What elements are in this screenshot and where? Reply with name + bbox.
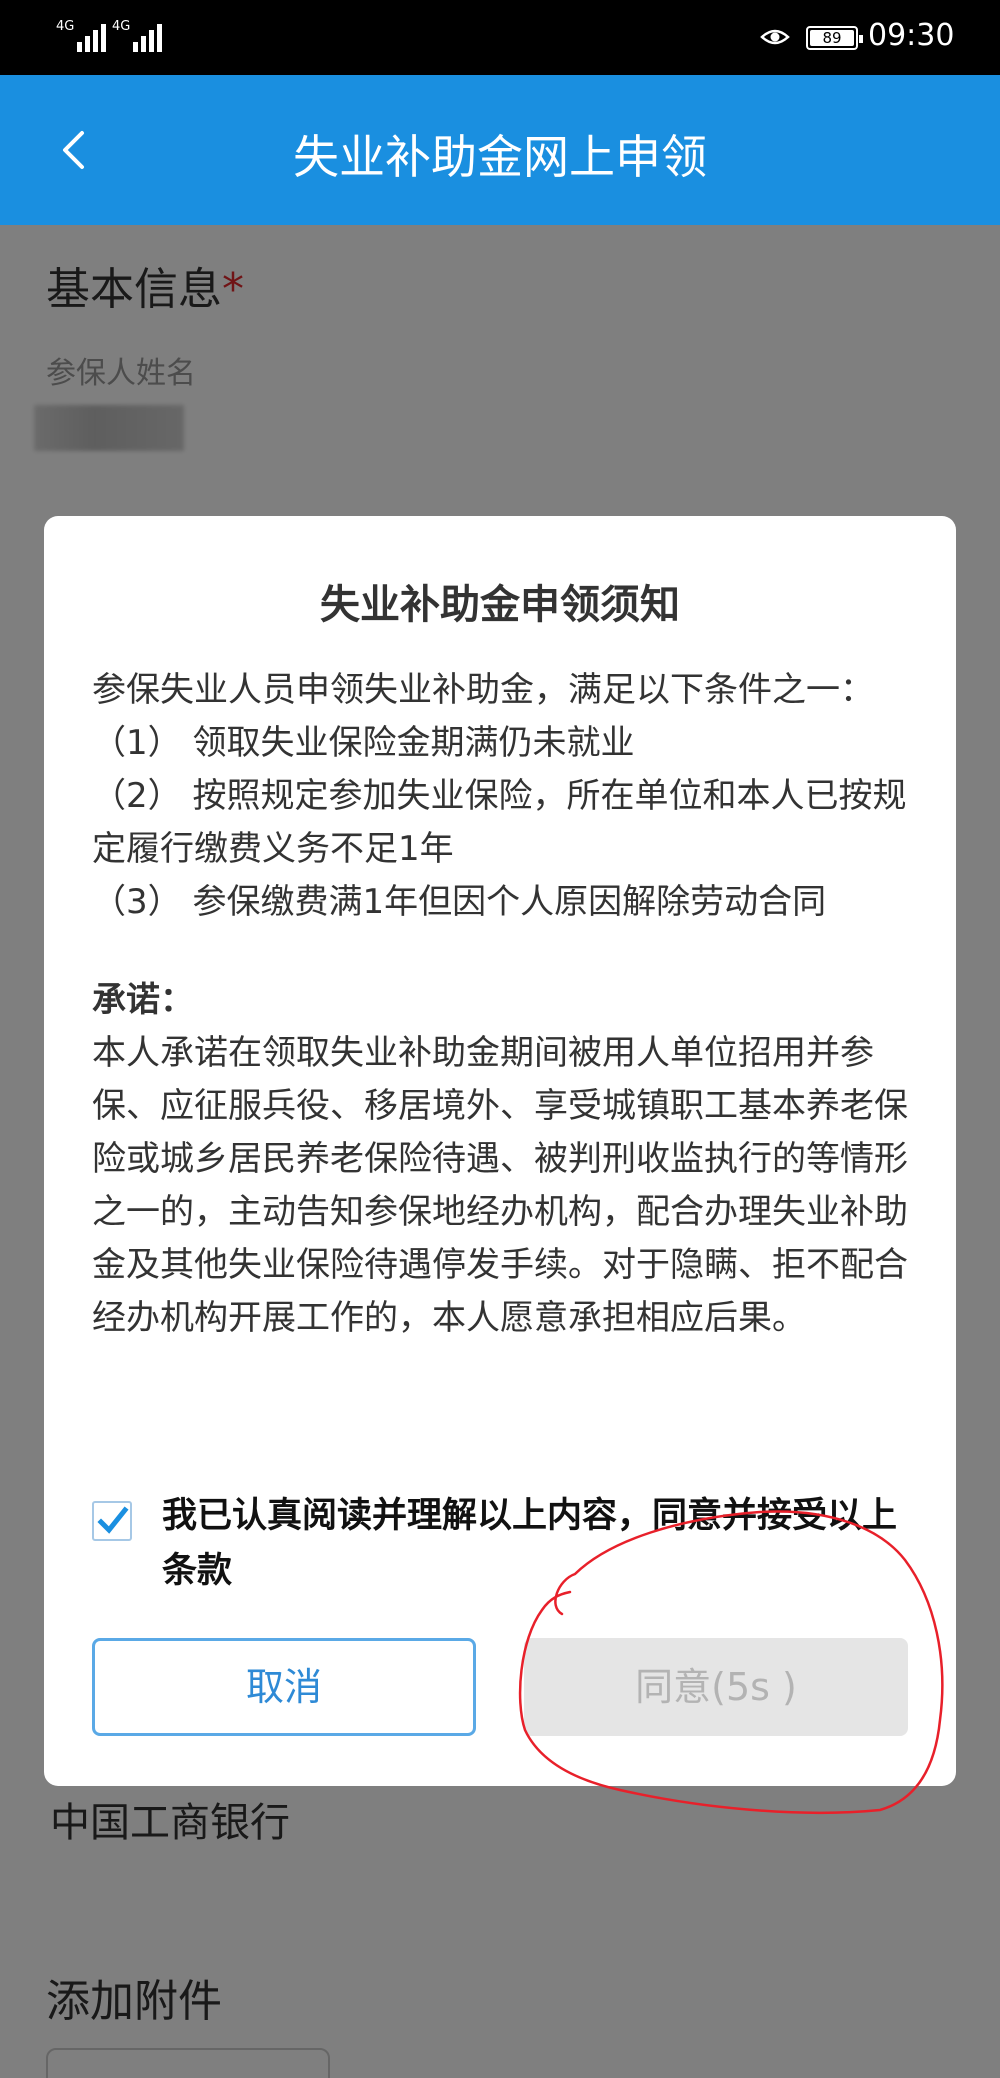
dialog-body: 参保失业人员申领失业补助金，满足以下条件之一： （1） 领取失业保险金期满仍未就… [92, 664, 912, 1345]
app-bar: 失业补助金网上申领 [0, 75, 1000, 225]
notice-dialog: 失业补助金申领须知 参保失业人员申领失业补助金，满足以下条件之一： （1） 领取… [44, 516, 956, 1786]
dialog-title: 失业补助金申领须知 [320, 582, 680, 628]
condition-item: （3） 参保缴费满1年但因个人原因解除劳动合同 [92, 882, 827, 922]
clock: 09:30 [868, 18, 955, 53]
promise-text: 本人承诺在领取失业补助金期间被用人单位招用并参保、应征服兵役、移居境外、享受城镇… [92, 1033, 908, 1338]
signal-icon: 4G [56, 20, 109, 52]
network-type-label: 4G [112, 19, 131, 34]
intro-text: 参保失业人员申领失业补助金，满足以下条件之一： [92, 670, 874, 710]
agree-button[interactable]: 同意(5s ) [524, 1638, 908, 1736]
promise-title: 承诺： [92, 980, 194, 1020]
checkmark-icon [97, 1506, 129, 1534]
network-type-label: 4G [56, 19, 75, 34]
condition-item: （1） 领取失业保险金期满仍未就业 [92, 723, 635, 763]
cancel-button[interactable]: 取消 [92, 1638, 476, 1736]
consent-checkbox[interactable] [92, 1501, 132, 1541]
eye-comfort-icon [760, 29, 790, 45]
condition-item: （2） 按照规定参加失业保险，所在单位和本人已按规定履行缴费义务不足1年 [92, 776, 907, 869]
page-title: 失业补助金网上申领 [293, 130, 707, 184]
signal-icon: 4G [112, 20, 165, 52]
status-bar: 4G 4G 89 09:30 [0, 0, 1000, 75]
battery-icon: 89 [806, 26, 863, 50]
consent-label: 我已认真阅读并理解以上内容，同意并接受以上条款 [162, 1496, 898, 1591]
battery-level: 89 [822, 29, 842, 47]
